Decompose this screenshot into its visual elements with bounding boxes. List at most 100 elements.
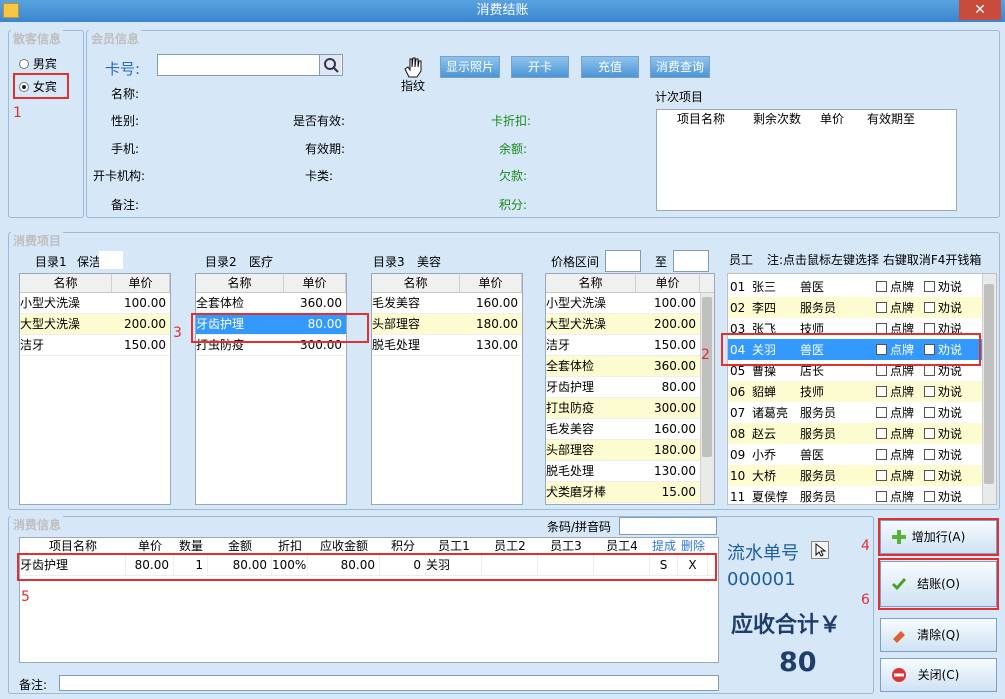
persuade-checkbox[interactable] [924,428,935,439]
pick-checkbox[interactable] [876,386,887,397]
persuade-label: 劝说 [938,447,963,462]
pick-checkbox[interactable] [876,491,887,502]
card-label: 卡号: [105,60,141,78]
persuade-checkbox[interactable] [924,449,935,460]
open-org-label: 开卡机构: [93,169,146,183]
cat1-label: 目录1 [35,255,67,269]
consume-info-title: 消费信息 [11,516,64,533]
scrollbar[interactable] [982,274,996,504]
table-row[interactable]: 打虫防疫 300.00 [546,398,714,419]
consume-query-button[interactable]: 消费查询 [650,56,710,78]
highlight-box [191,313,369,343]
cursor-icon[interactable] [811,541,829,559]
table-row[interactable]: 头部理容 180.00 [372,314,522,335]
open-card-button[interactable]: 开卡 [511,56,569,78]
staff-id: 08 [730,426,746,441]
table-row[interactable]: 全套体检 360.00 [546,356,714,377]
pick-checkbox[interactable] [876,470,887,481]
staff-row[interactable]: 11 夏侯惇 服务员 点牌 劝说 [728,486,996,504]
pick-checkbox[interactable] [876,407,887,418]
price-range-table[interactable]: 名称 单价 小型犬洗澡 100.00 大型犬洗澡 200.00 洁牙 150.00 全套体检 3… [545,273,715,505]
table-row[interactable]: 牙齿护理 80.00 [546,377,714,398]
col-header: 单价 [636,274,700,292]
col-header: 员工3 [550,539,582,553]
marker-2: 2 [701,347,710,363]
staff-row[interactable]: 01 张三 兽医 点牌 劝说 [728,276,996,297]
total-amount: 80 [779,647,817,678]
cat3-table[interactable]: 名称 单价 毛发美容 160.00 头部理容 180.00 脱毛处理 130.00 [371,273,523,505]
col-header: 提成 [651,539,676,553]
serial-label: 流水单号 [727,543,799,564]
close-button[interactable]: 关闭(C) [880,658,997,692]
table-row[interactable]: 脱毛处理 130.00 [546,461,714,482]
card-input[interactable] [157,54,343,76]
staff-id: 11 [730,489,746,504]
cell: 洁牙 [546,338,571,352]
table-row[interactable]: 洁牙 150.00 [546,335,714,356]
staff-row[interactable]: 10 大桥 服务员 点牌 劝说 [728,465,996,486]
cat2-value[interactable]: 医疗 [249,253,273,270]
marker-3: 3 [173,325,182,341]
persuade-checkbox[interactable] [924,470,935,481]
valid-label: 是否有效: [293,114,346,128]
persuade-checkbox[interactable] [924,491,935,502]
table-row[interactable]: 脱毛处理 130.00 [372,335,522,356]
cell: 180.00 [476,317,518,331]
cell: 200.00 [654,317,696,331]
cell: 犬类磨牙棒 [546,485,607,499]
clear-label: 清除(Q) [917,628,960,642]
staff-name: 张三 [752,279,777,294]
scrollbar[interactable] [700,293,714,504]
pick-checkbox[interactable] [876,449,887,460]
persuade-checkbox[interactable] [924,302,935,313]
persuade-checkbox[interactable] [924,281,935,292]
pick-checkbox[interactable] [876,365,887,376]
table-row[interactable]: 头部理容 180.00 [546,440,714,461]
table-row[interactable]: 小型犬洗澡 100.00 [546,293,714,314]
table-row[interactable]: 大型犬洗澡 200.00 [546,314,714,335]
pick-label: 点牌 [890,447,915,462]
table-row[interactable]: 洁牙 150.00 [20,335,170,356]
table-row[interactable]: 小型犬洗澡 100.00 [20,293,170,314]
table-row[interactable]: 全套体检 360.00 [196,293,346,314]
recharge-button[interactable]: 充值 [581,56,639,78]
close-window-button[interactable]: ✕ [959,0,1001,20]
scroll-thumb[interactable] [702,297,712,457]
scroll-thumb[interactable] [984,284,994,484]
highlight-box [17,553,717,581]
table-row[interactable]: 大型犬洗澡 200.00 [20,314,170,335]
table-row[interactable]: 犬类磨牙棒 15.00 [546,482,714,503]
consume-items-title: 消费项目 [11,232,64,249]
staff-id: 06 [730,384,746,399]
cat2-table[interactable]: 名称 单价 全套体检 360.00 牙齿护理 80.00 打虫防疫 300.00 [195,273,347,505]
price-min-input[interactable] [605,250,641,272]
staff-row[interactable]: 08 赵云 服务员 点牌 劝说 [728,423,996,444]
staff-row[interactable]: 02 李四 服务员 点牌 劝说 [728,297,996,318]
cat3-value[interactable]: 美容 [417,253,441,270]
table-row[interactable]: 毛发美容 160.00 [546,419,714,440]
clear-button[interactable]: 清除(Q) [880,618,997,652]
pick-checkbox[interactable] [876,302,887,313]
pick-checkbox[interactable] [876,281,887,292]
staff-list[interactable]: 01 张三 兽医 点牌 劝说 02 李四 服务员 点牌 劝说 03 张飞 技师 点牌… [727,273,997,505]
consume-note-input[interactable] [59,675,719,691]
cat1-value[interactable]: 保洁 [77,253,101,270]
show-photo-button[interactable]: 显示照片 [440,56,500,78]
persuade-checkbox[interactable] [924,407,935,418]
cell: 360.00 [654,359,696,373]
staff-row[interactable]: 09 小乔 兽医 点牌 劝说 [728,444,996,465]
barcode-input[interactable] [619,517,717,535]
member-info-title: 会员信息 [89,30,142,47]
table-row[interactable]: 毛发美容 160.00 [372,293,522,314]
male-radio-label: 男宾 [32,57,57,71]
count-items-table[interactable]: 项目名称 剩余次数 单价 有效期至 [656,109,957,211]
pick-checkbox[interactable] [876,428,887,439]
cat1-table[interactable]: 名称 单价 小型犬洗澡 100.00 大型犬洗澡 200.00 洁牙 150.00 [19,273,171,505]
persuade-checkbox[interactable] [924,386,935,397]
persuade-checkbox[interactable] [924,365,935,376]
search-icon[interactable] [319,55,341,75]
male-radio[interactable]: 男宾 [19,55,57,72]
staff-row[interactable]: 07 诸葛亮 服务员 点牌 劝说 [728,402,996,423]
staff-row[interactable]: 06 貂蝉 技师 点牌 劝说 [728,381,996,402]
price-max-input[interactable] [673,250,709,272]
